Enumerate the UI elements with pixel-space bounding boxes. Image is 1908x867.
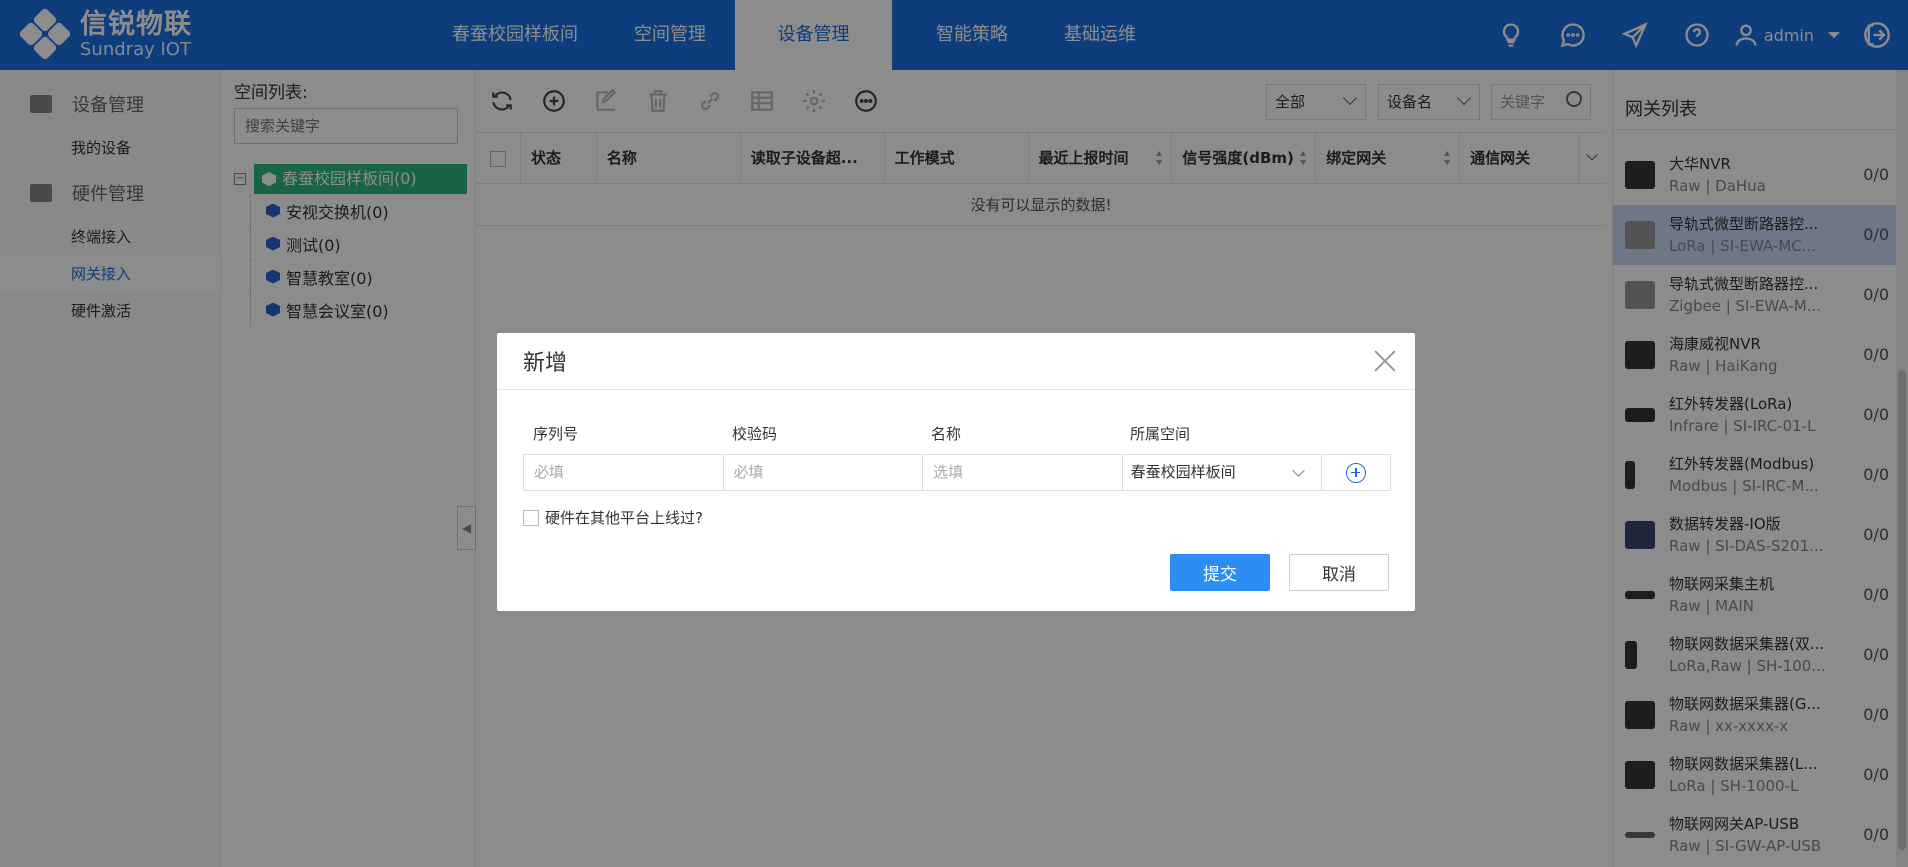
code-input[interactable]: 必填: [724, 455, 924, 490]
form-header: 序列号 校验码 名称 所属空间: [523, 423, 1391, 443]
name-input[interactable]: 选填: [923, 455, 1123, 490]
add-row-button[interactable]: [1322, 455, 1390, 490]
chevron-down-icon: [1292, 464, 1306, 477]
header-name: 名称: [931, 425, 962, 443]
serial-input[interactable]: 必填: [524, 455, 724, 490]
space-select-value: 春蚕校园样板间: [1130, 463, 1236, 481]
other-platform-checkbox[interactable]: 硬件在其他平台上线过?: [523, 507, 703, 528]
dialog-title: 新增: [523, 351, 568, 376]
cancel-button[interactable]: 取消: [1289, 554, 1389, 591]
close-icon[interactable]: [1373, 349, 1397, 373]
add-dialog: 新增 序列号 校验码 名称 所属空间 必填 必填 选填 春蚕校园样板间 硬件在其…: [497, 333, 1415, 611]
checkbox-label: 硬件在其他平台上线过?: [545, 509, 703, 527]
form-row: 必填 必填 选填 春蚕校园样板间: [523, 454, 1391, 491]
header-code: 校验码: [732, 425, 778, 443]
checkbox[interactable]: [523, 509, 539, 526]
header-space: 所属空间: [1130, 425, 1191, 443]
header-serial: 序列号: [533, 425, 579, 443]
submit-button[interactable]: 提交: [1170, 554, 1270, 591]
space-select[interactable]: 春蚕校园样板间: [1123, 455, 1323, 490]
plus-circle-icon: [1346, 462, 1367, 483]
